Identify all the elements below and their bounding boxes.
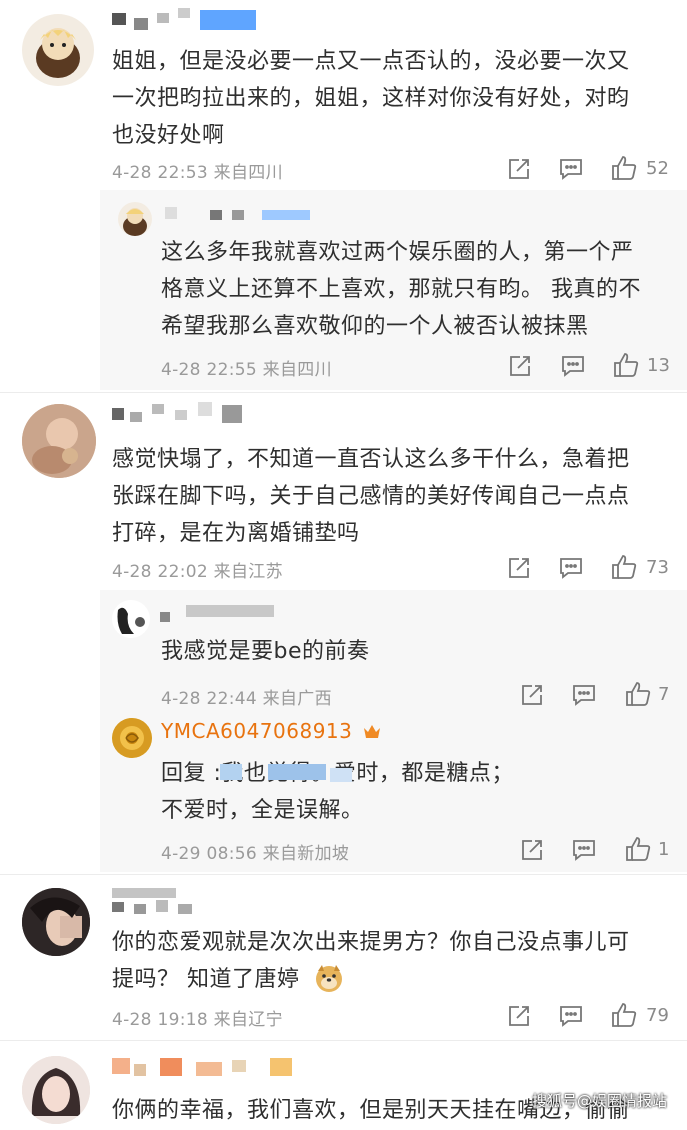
avatar[interactable] [118, 202, 152, 236]
comment-icon[interactable] [558, 1003, 584, 1029]
reply-meta: 4-28 22:44 来自广西 [161, 689, 332, 709]
like-count: 73 [646, 557, 669, 578]
reply-text-line: 希望我那么喜欢敬仰的一个人被否认被抹黑 [161, 314, 589, 339]
like-count: 13 [647, 355, 670, 376]
comment-text-line: 一次把昀拉出来的，姐姐，这样对你没有好处，对昀 [112, 86, 630, 111]
comment-icon[interactable] [571, 837, 597, 863]
watermark: 搜狐号@娱圈情报站 [532, 1092, 668, 1110]
comment-text-line: 姐姐，但是没必要一点又一点否认的，没必要一次又 [112, 49, 630, 74]
sketch-avatar-icon [117, 607, 145, 634]
comment-text-line: 感觉快塌了，不知道一直否认这么多干什么，急着把 [112, 447, 630, 472]
divider [0, 392, 687, 393]
reply-text-line: 这么多年我就喜欢过两个娱乐圈的人，第一个严 [161, 240, 634, 265]
comment-meta: 4-28 19:18 来自辽宁 [112, 1010, 283, 1030]
comment-text-line: 提吗？ 知道了唐婷 [112, 967, 300, 992]
share-icon[interactable] [506, 1003, 532, 1029]
reply-text-line: 我感觉是要be的前奏 [161, 639, 370, 664]
comment-icon[interactable] [571, 682, 597, 708]
cartoon-character-avatar-icon [123, 208, 147, 236]
comment-meta: 4-28 22:53 来自四川 [112, 163, 283, 183]
comment-text-line: 也没好处啊 [112, 123, 225, 148]
reply-text-line: 不爱时，全是误解。 [161, 798, 364, 823]
doge-emoji-icon [314, 963, 344, 993]
avatar[interactable] [22, 1056, 90, 1124]
comment-text-line: 张踩在脚下吗，关于自己感情的美好传闻自己一点点 [112, 484, 630, 509]
like-icon[interactable] [624, 835, 651, 861]
like-count: 52 [646, 158, 669, 179]
like-count: 79 [646, 1005, 669, 1026]
like-icon[interactable] [610, 154, 637, 180]
avatar[interactable] [22, 14, 94, 86]
like-icon[interactable] [612, 351, 639, 377]
like-icon[interactable] [610, 1001, 637, 1027]
photo-avatar-icon [22, 888, 90, 956]
like-icon[interactable] [624, 680, 651, 706]
reply-meta: 4-28 22:55 来自四川 [161, 360, 332, 380]
like-count: 1 [658, 839, 670, 860]
reply-text-line: 格意义上还算不上喜欢，那就只有昀。 我真的不 [161, 277, 641, 302]
share-icon[interactable] [519, 837, 545, 863]
divider [0, 1040, 687, 1041]
photo-avatar-icon [22, 404, 96, 478]
illustration-avatar-icon [22, 1056, 90, 1124]
share-icon[interactable] [506, 156, 532, 182]
rose-avatar-icon [112, 718, 152, 758]
reply-meta: 4-29 08:56 来自新加坡 [161, 844, 350, 864]
like-count: 7 [658, 684, 670, 705]
avatar[interactable] [112, 600, 150, 638]
comment-icon[interactable] [558, 156, 584, 182]
avatar[interactable] [22, 888, 90, 956]
username[interactable]: YMCA6047068913 [161, 719, 352, 743]
comment-meta: 4-28 22:02 来自江苏 [112, 562, 283, 582]
share-icon[interactable] [507, 353, 533, 379]
comment-icon[interactable] [560, 353, 586, 379]
comment-text-line: 你的恋爱观就是次次出来提男方？你自己没点事儿可 [112, 930, 630, 955]
vip-badge-icon [362, 722, 382, 740]
avatar[interactable] [22, 404, 96, 478]
share-icon[interactable] [506, 555, 532, 581]
avatar[interactable] [112, 718, 152, 758]
divider [0, 874, 687, 875]
comment-text-line: 打碎，是在为离婚铺垫吗 [112, 521, 360, 546]
like-icon[interactable] [610, 553, 637, 579]
share-icon[interactable] [519, 682, 545, 708]
comment-icon[interactable] [558, 555, 584, 581]
cartoon-character-avatar-icon [36, 28, 80, 78]
